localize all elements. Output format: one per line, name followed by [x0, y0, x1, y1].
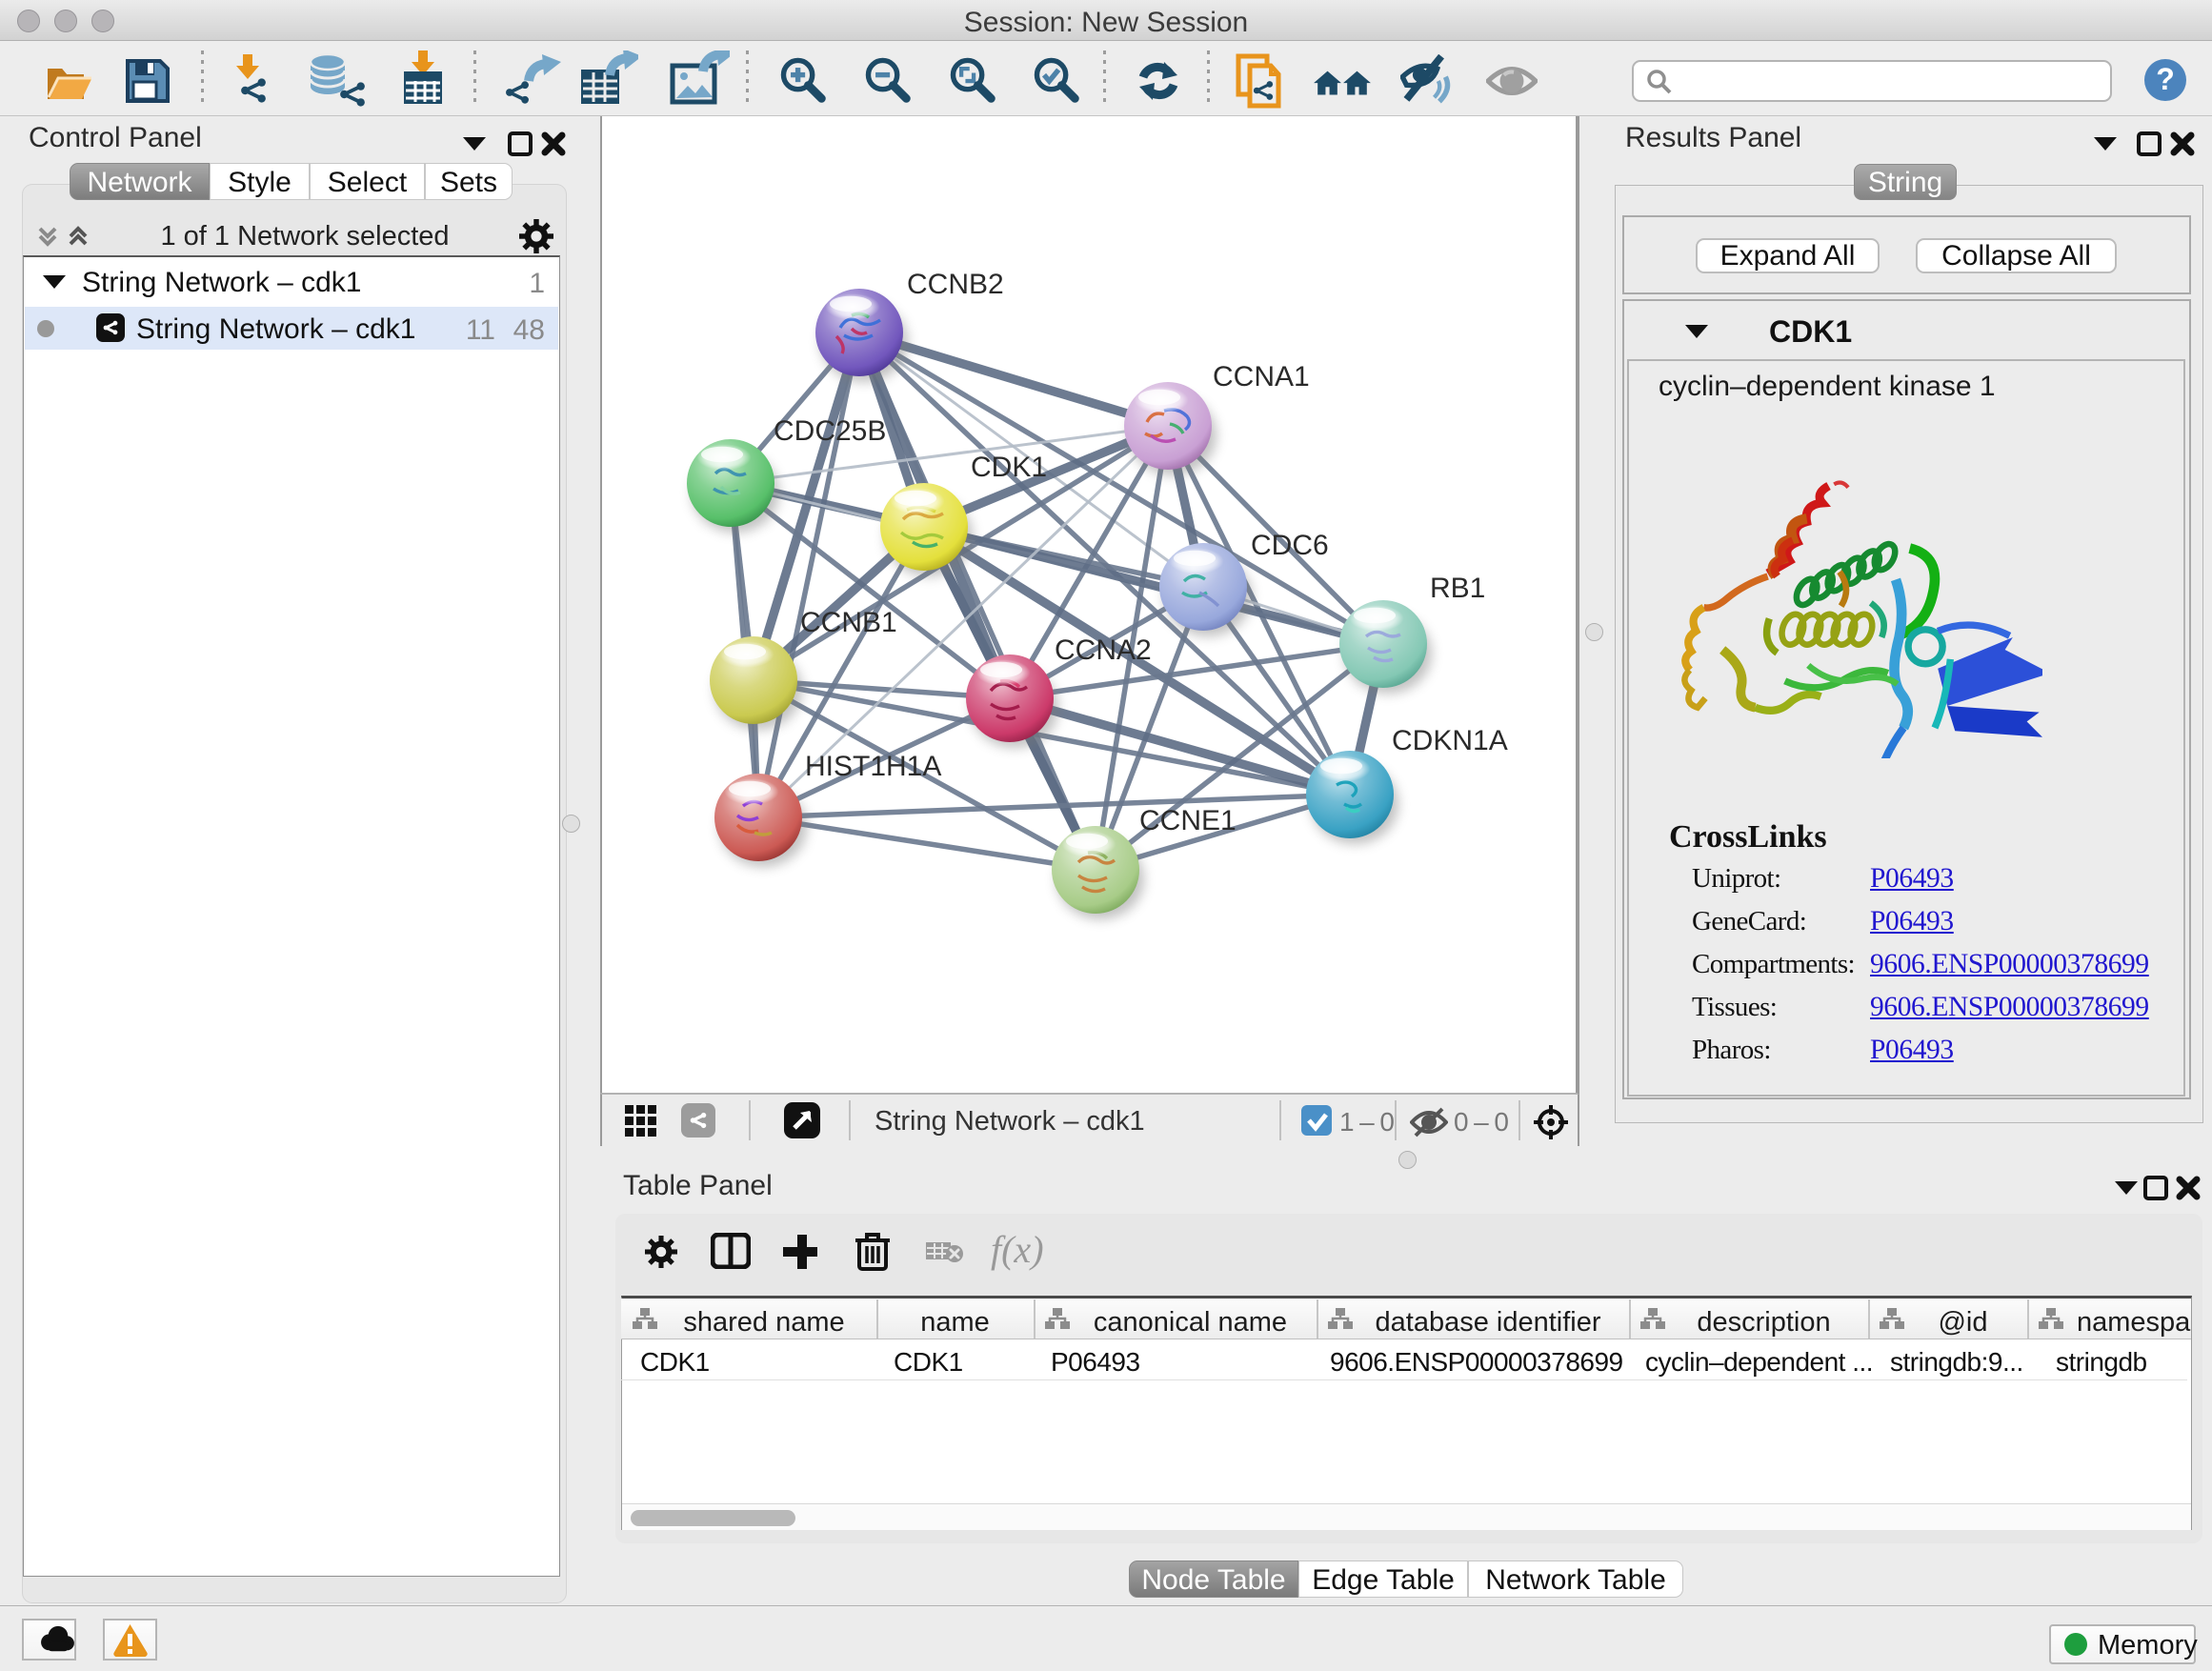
svg-text:CCNA2: CCNA2	[1055, 634, 1152, 666]
svg-text:CCNA1: CCNA1	[1213, 361, 1310, 393]
svg-text:CDK1: CDK1	[971, 452, 1047, 483]
svg-text:namespace: namespace	[2077, 1307, 2191, 1338]
svg-text:?: ?	[2156, 62, 2175, 96]
svg-text:description: description	[1697, 1307, 1830, 1338]
svg-text:CDC6: CDC6	[1251, 530, 1329, 561]
svg-text:CCNB2: CCNB2	[907, 269, 1004, 300]
svg-text:HIST1H1A: HIST1H1A	[805, 751, 941, 782]
svg-text:@id: @id	[1938, 1307, 1987, 1338]
svg-text:CDKN1A: CDKN1A	[1392, 725, 1508, 756]
svg-text:RB1: RB1	[1430, 573, 1485, 604]
svg-text:CDC25B: CDC25B	[774, 415, 886, 447]
svg-text:CCNB1: CCNB1	[800, 607, 897, 638]
svg-text:database identifier: database identifier	[1376, 1307, 1601, 1338]
svg-text:name: name	[920, 1307, 990, 1338]
svg-text:CCNE1: CCNE1	[1139, 805, 1237, 836]
svg-text:shared name: shared name	[683, 1307, 844, 1338]
svg-text:canonical name: canonical name	[1094, 1307, 1287, 1338]
